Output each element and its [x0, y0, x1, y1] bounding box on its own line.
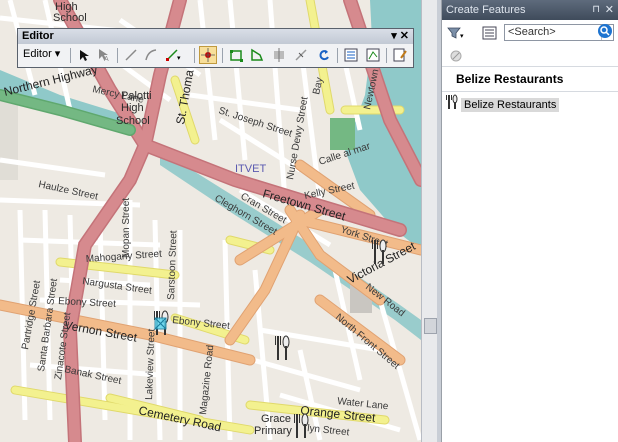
layer-group-header[interactable]: Belize Restaurants	[442, 66, 618, 92]
editor-toolbar-title-text: Editor	[22, 30, 54, 42]
map-label: ITVET	[235, 163, 266, 175]
svg-text:A: A	[104, 56, 109, 62]
map-label: School	[116, 115, 150, 127]
split-tool-icon[interactable]	[292, 46, 310, 64]
create-features-icon[interactable]	[391, 46, 409, 64]
end-point-arc-icon[interactable]	[142, 46, 160, 64]
editor-toolbar: Editor ▾ ✕ Editor ▾ A ▾	[17, 28, 414, 68]
template-properties-icon[interactable]	[446, 46, 466, 66]
organize-templates-icon[interactable]: ▾	[446, 23, 466, 43]
map-label: Primary	[254, 425, 292, 437]
editor-menu-button[interactable]: Editor ▾	[23, 47, 60, 60]
svg-text:▾: ▾	[177, 55, 181, 62]
template-list-icon[interactable]	[480, 23, 500, 43]
map-label: Grace	[261, 413, 291, 425]
attributes-icon[interactable]	[342, 46, 360, 64]
scrollbar-thumb[interactable]	[424, 318, 437, 334]
template-label: Belize Restaurants	[461, 97, 560, 112]
close-icon[interactable]: ✕	[605, 0, 614, 20]
map-vertical-scrollbar[interactable]	[421, 0, 438, 442]
editor-toolbar-title[interactable]: Editor ▾ ✕	[18, 29, 413, 44]
editor-toolbar-controls[interactable]: ▾ ✕	[391, 29, 409, 44]
svg-text:▾: ▾	[460, 33, 464, 40]
edit-annotation-icon[interactable]: A	[95, 46, 113, 64]
create-features-panel: Create Features ⊓ ✕ ▾ <Search> ▼ Belize …	[441, 0, 618, 442]
search-placeholder: <Search>	[508, 26, 556, 38]
map-label: High	[121, 102, 144, 114]
cut-polygons-icon[interactable]	[270, 46, 288, 64]
rotate-tool-icon[interactable]	[315, 46, 333, 64]
park	[330, 118, 355, 150]
pin-icon[interactable]: ⊓	[592, 0, 600, 20]
straight-segment-icon[interactable]	[122, 46, 140, 64]
search-icon[interactable]	[597, 23, 613, 44]
trace-icon[interactable]: ▾	[164, 46, 182, 64]
edit-pointer-icon[interactable]	[75, 46, 93, 64]
restaurant-symbol-icon	[446, 94, 458, 115]
create-features-title: Create Features	[446, 4, 526, 16]
reshape-feature-icon[interactable]	[248, 46, 266, 64]
point-tool-icon[interactable]	[199, 46, 217, 64]
map-label: Palotti	[121, 90, 152, 102]
edit-vertices-icon[interactable]	[227, 46, 245, 64]
feature-template-item[interactable]: Belize Restaurants	[446, 94, 560, 115]
map-label: Mopan Street	[121, 198, 132, 258]
map-label: School	[53, 12, 87, 24]
toolbar-separator	[70, 48, 71, 63]
sketch-properties-icon[interactable]	[364, 46, 382, 64]
create-features-title-bar[interactable]: Create Features ⊓ ✕	[442, 0, 618, 20]
